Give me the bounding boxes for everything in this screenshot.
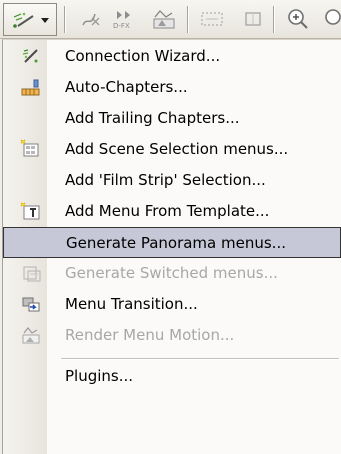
menu-item-add-trailing-chapters[interactable]: Add Trailing Chapters... bbox=[3, 103, 341, 134]
magic-wand-icon bbox=[13, 12, 34, 28]
toolbar-separator bbox=[187, 6, 188, 33]
template-icon bbox=[20, 202, 40, 220]
menu-item-label: Add 'Film Strip' Selection... bbox=[65, 171, 266, 189]
switched-menus-icon bbox=[23, 266, 41, 282]
menu-item-label: Add Scene Selection menus... bbox=[65, 140, 289, 158]
toolbar-separator bbox=[64, 6, 65, 33]
render-motion-icon bbox=[22, 327, 40, 344]
menu-item-label: Menu Transition... bbox=[65, 295, 198, 313]
menu-item-add-scene-selection-menus[interactable]: Add Scene Selection menus... bbox=[3, 134, 341, 165]
menu-item-label: Add Trailing Chapters... bbox=[65, 109, 240, 127]
menu-item-generate-panorama-menus[interactable]: Generate Panorama menus... bbox=[3, 227, 341, 258]
crop-icon[interactable] bbox=[241, 8, 265, 30]
selection-box-icon[interactable] bbox=[198, 8, 226, 30]
dfx-label: D-FX bbox=[113, 22, 130, 30]
toolbar: D-FX bbox=[0, 0, 341, 39]
application-window: D-FX Connection Wizard... Auto-Chapters.… bbox=[0, 0, 341, 454]
scene-selection-icon bbox=[20, 139, 39, 157]
menu-item-label: Plugins... bbox=[65, 367, 134, 385]
menu-item-label: Generate Switched menus... bbox=[65, 264, 278, 282]
menu-item-label: Render Menu Motion... bbox=[65, 326, 235, 344]
menu-item-label: Auto-Chapters... bbox=[65, 78, 188, 96]
menu-item-label: Generate Panorama menus... bbox=[66, 234, 286, 252]
menu-item-add-film-strip-selection[interactable]: Add 'Film Strip' Selection... bbox=[3, 165, 341, 196]
wand-icon bbox=[22, 49, 38, 63]
dropdown-arrow-icon[interactable] bbox=[41, 18, 49, 23]
menu-item-auto-chapters[interactable]: Auto-Chapters... bbox=[3, 72, 341, 103]
zoom-out-icon[interactable] bbox=[320, 8, 341, 30]
menu-item-label: Add Menu From Template... bbox=[65, 202, 270, 220]
menu-item-generate-switched-menus[interactable]: Generate Switched menus... bbox=[3, 258, 341, 289]
menu-item-plugins[interactable]: Plugins... bbox=[3, 361, 341, 392]
menu-item-add-menu-from-template[interactable]: Add Menu From Template... bbox=[3, 196, 341, 227]
menu-item-render-menu-motion[interactable]: Render Menu Motion... bbox=[3, 320, 341, 351]
menu-item-label: Connection Wizard... bbox=[65, 47, 221, 65]
menu-separator bbox=[61, 358, 339, 359]
menu-item-connection-wizard[interactable]: Connection Wizard... bbox=[3, 41, 341, 72]
menu-transition-icon bbox=[22, 297, 40, 312]
divx-icon[interactable]: D-FX bbox=[111, 8, 141, 30]
tools-dropdown-menu: Connection Wizard... Auto-Chapters... Ad… bbox=[2, 39, 341, 454]
menu-item-menu-transition[interactable]: Menu Transition... bbox=[3, 289, 341, 320]
auto-chapters-icon bbox=[21, 79, 40, 96]
formula-icon[interactable] bbox=[79, 8, 103, 30]
motion-icon[interactable] bbox=[150, 8, 178, 30]
zoom-in-icon[interactable] bbox=[285, 8, 313, 30]
wizard-dropdown-button[interactable] bbox=[3, 3, 57, 36]
toolbar-separator bbox=[273, 6, 274, 33]
